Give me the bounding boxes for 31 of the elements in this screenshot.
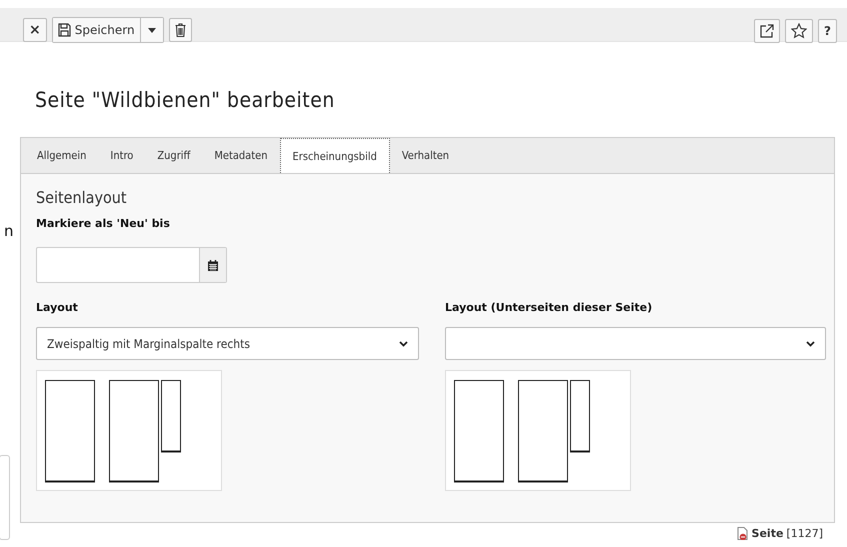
trash-icon <box>174 23 186 37</box>
tab[interactable]: Erscheinungsbild <box>280 138 390 173</box>
star-icon <box>791 23 808 39</box>
cut-off-text: n <box>4 222 14 240</box>
record-id: [1127] <box>786 527 823 540</box>
page-icon <box>736 527 749 540</box>
field-label: Layout (Unterseiten dieser Seite) <box>445 301 652 314</box>
bookmark-button[interactable] <box>785 19 814 43</box>
tab[interactable]: Intro <box>98 138 146 173</box>
save-button[interactable]: Speichern <box>52 18 140 42</box>
delete-button[interactable] <box>168 18 192 42</box>
field-label: Markiere als 'Neu' bis <box>36 217 170 230</box>
close-button[interactable]: × <box>23 18 47 42</box>
help-button[interactable]: ? <box>818 19 837 43</box>
tab[interactable]: Zugriff <box>145 138 202 173</box>
layout-select[interactable]: Zweispaltig mit Marginalspalte rechts <box>36 327 419 360</box>
calendar-icon <box>208 260 218 270</box>
tab[interactable]: Verhalten <box>390 138 462 173</box>
dropdown-button[interactable] <box>140 18 163 42</box>
field-label: Layout <box>36 301 78 314</box>
date-field[interactable] <box>36 247 227 283</box>
caret-icon <box>148 28 156 32</box>
chevron-down-icon <box>806 340 815 346</box>
tab[interactable]: Allgemein <box>25 138 98 173</box>
tab[interactable]: Metadaten <box>202 138 280 173</box>
section-heading: Seitenlayout <box>36 188 127 207</box>
record-type: Seite <box>752 527 784 540</box>
chevron-down-icon <box>399 340 408 346</box>
external-link-icon <box>760 24 774 38</box>
page-title: Seite "Wildbienen" bearbeiten <box>34 87 336 114</box>
open-new-window-button[interactable] <box>754 19 780 43</box>
